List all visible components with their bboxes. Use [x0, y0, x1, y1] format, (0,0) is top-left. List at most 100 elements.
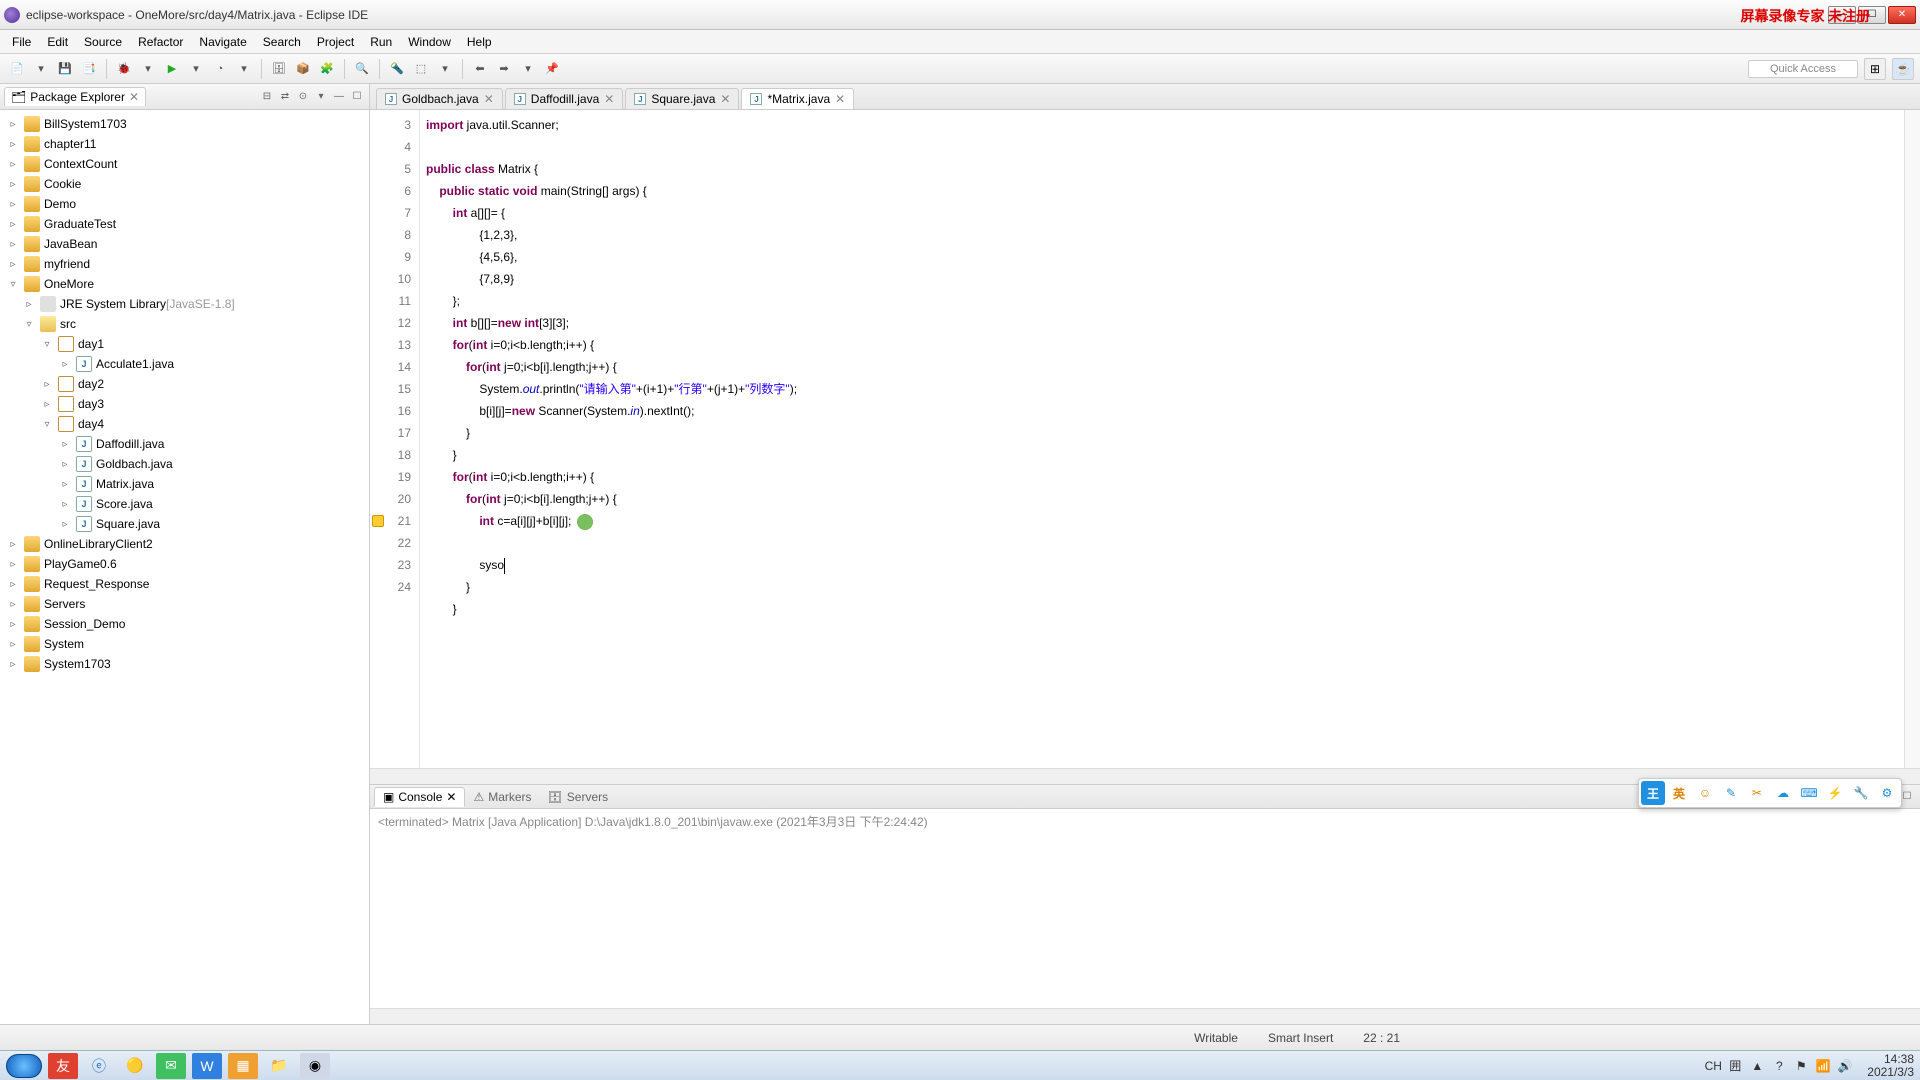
- ime-cloud-button[interactable]: ☁: [1771, 781, 1795, 805]
- expand-icon[interactable]: ▿: [22, 319, 36, 330]
- code-line[interactable]: int b[][]=new int[3][3];: [426, 312, 1904, 334]
- ime-keyboard-button[interactable]: ⌨: [1797, 781, 1821, 805]
- tray-up-icon[interactable]: ▲: [1749, 1058, 1765, 1074]
- tray-language[interactable]: CH: [1705, 1058, 1721, 1074]
- ime-tools-button[interactable]: 🔧: [1849, 781, 1873, 805]
- expand-icon[interactable]: ▹: [6, 259, 20, 270]
- tree-node[interactable]: ▹OnlineLibraryClient2: [0, 534, 369, 554]
- taskbar-ie[interactable]: ⓔ: [84, 1053, 114, 1079]
- new-button[interactable]: 📄: [6, 58, 28, 80]
- ime-settings-button[interactable]: ⚙: [1875, 781, 1899, 805]
- code-line[interactable]: import java.util.Scanner;: [426, 114, 1904, 136]
- expand-icon[interactable]: ▹: [40, 399, 54, 410]
- editor-tab[interactable]: Goldbach.java✕: [376, 88, 503, 109]
- menu-file[interactable]: File: [4, 30, 39, 54]
- taskbar-app-1[interactable]: 友: [48, 1053, 78, 1079]
- taskbar-excel[interactable]: ▦: [228, 1053, 258, 1079]
- code-line[interactable]: for(int i=0;i<b.length;i++) {: [426, 334, 1904, 356]
- close-icon[interactable]: ✕: [446, 790, 456, 804]
- tree-node[interactable]: ▹Request_Response: [0, 574, 369, 594]
- taskbar-explorer[interactable]: 📁: [264, 1053, 294, 1079]
- menu-navigate[interactable]: Navigate: [191, 30, 254, 54]
- tree-node[interactable]: ▹BillSystem1703: [0, 114, 369, 134]
- search-button[interactable]: 🔦: [386, 58, 408, 80]
- maximize-view-button[interactable]: ☐: [349, 89, 365, 105]
- coverage-button[interactable]: ◔: [209, 58, 231, 80]
- pin-button[interactable]: 📌: [541, 58, 563, 80]
- package-explorer-tab[interactable]: 🗂 Package Explorer ✕: [4, 87, 146, 106]
- nav-next-button[interactable]: ➡: [493, 58, 515, 80]
- tree-node[interactable]: ▹Score.java: [0, 494, 369, 514]
- expand-icon[interactable]: ▹: [58, 459, 72, 470]
- ime-lang-button[interactable]: 英: [1667, 781, 1691, 805]
- collapse-all-button[interactable]: ⊟: [259, 89, 275, 105]
- dropdown-icon[interactable]: ▾: [517, 58, 539, 80]
- menu-edit[interactable]: Edit: [39, 30, 76, 54]
- tree-node[interactable]: ▹Servers: [0, 594, 369, 614]
- tree-node[interactable]: ▹System: [0, 634, 369, 654]
- code-line[interactable]: int c=a[i][j]+b[i][j];: [426, 510, 1904, 532]
- toggle-button[interactable]: ⬚: [410, 58, 432, 80]
- close-icon[interactable]: ✕: [129, 90, 139, 104]
- code-editor[interactable]: 3456789101112131415161718192021222324 im…: [370, 110, 1920, 768]
- link-editor-button[interactable]: ⇄: [277, 89, 293, 105]
- console-hscrollbar[interactable]: [370, 1008, 1920, 1024]
- focus-button[interactable]: ⊙: [295, 89, 311, 105]
- menu-run[interactable]: Run: [362, 30, 400, 54]
- code-line[interactable]: {1,2,3},: [426, 224, 1904, 246]
- expand-icon[interactable]: ▹: [6, 159, 20, 170]
- tray-help-icon[interactable]: ?: [1771, 1058, 1787, 1074]
- code-line[interactable]: for(int j=0;i<b[i].length;j++) {: [426, 356, 1904, 378]
- menu-refactor[interactable]: Refactor: [130, 30, 191, 54]
- menu-source[interactable]: Source: [76, 30, 130, 54]
- tree-node[interactable]: ▹day2: [0, 374, 369, 394]
- code-line[interactable]: {4,5,6},: [426, 246, 1904, 268]
- close-icon[interactable]: ✕: [720, 92, 730, 106]
- code-line[interactable]: }: [426, 422, 1904, 444]
- tree-node[interactable]: ▿day4: [0, 414, 369, 434]
- dropdown-icon[interactable]: ▾: [233, 58, 255, 80]
- expand-icon[interactable]: ▹: [58, 499, 72, 510]
- expand-icon[interactable]: ▹: [6, 619, 20, 630]
- code-line[interactable]: System.out.println("请输入第"+(i+1)+"行第"+(j+…: [426, 378, 1904, 400]
- tray-ime-icon[interactable]: 囲: [1727, 1058, 1743, 1074]
- tray-clock[interactable]: 14:38 2021/3/3: [1867, 1053, 1914, 1079]
- tree-node[interactable]: ▹Goldbach.java: [0, 454, 369, 474]
- tree-node[interactable]: ▿OneMore: [0, 274, 369, 294]
- dropdown-icon[interactable]: ▾: [185, 58, 207, 80]
- nav-prev-button[interactable]: ⬅: [469, 58, 491, 80]
- expand-icon[interactable]: ▹: [6, 579, 20, 590]
- tree-node[interactable]: ▹GraduateTest: [0, 214, 369, 234]
- tray-flag-icon[interactable]: ⚑: [1793, 1058, 1809, 1074]
- taskbar-eclipse[interactable]: ◉: [300, 1053, 330, 1079]
- code-line[interactable]: {7,8,9}: [426, 268, 1904, 290]
- quick-access-input[interactable]: Quick Access: [1748, 60, 1858, 78]
- expand-icon[interactable]: ▹: [6, 239, 20, 250]
- code-line[interactable]: [426, 136, 1904, 158]
- code-line[interactable]: };: [426, 290, 1904, 312]
- tree-node[interactable]: ▹chapter11: [0, 134, 369, 154]
- new-class-button[interactable]: 🧩: [316, 58, 338, 80]
- ime-toolbar[interactable]: 王 英 ☺ ✎ ✂ ☁ ⌨ ⚡ 🔧 ⚙: [1638, 778, 1902, 808]
- expand-icon[interactable]: ▹: [6, 659, 20, 670]
- tray-volume-icon[interactable]: 🔊: [1837, 1058, 1853, 1074]
- expand-icon[interactable]: ▹: [6, 559, 20, 570]
- editor-tab[interactable]: Daffodill.java✕: [505, 88, 624, 109]
- code-line[interactable]: syso: [426, 554, 1904, 576]
- warning-icon[interactable]: [372, 515, 384, 527]
- expand-icon[interactable]: ▹: [6, 599, 20, 610]
- console-output[interactable]: <terminated> Matrix [Java Application] D…: [370, 809, 1920, 1008]
- tree-node[interactable]: ▹JRE System Library [JavaSE-1.8]: [0, 294, 369, 314]
- new-package-button[interactable]: 📦: [292, 58, 314, 80]
- debug-button[interactable]: 🐞: [113, 58, 135, 80]
- tree-node[interactable]: ▹Matrix.java: [0, 474, 369, 494]
- tree-node[interactable]: ▹Daffodill.java: [0, 434, 369, 454]
- tree-node[interactable]: ▹Session_Demo: [0, 614, 369, 634]
- close-icon[interactable]: ✕: [484, 92, 494, 106]
- code-line[interactable]: public static void main(String[] args) {: [426, 180, 1904, 202]
- menu-search[interactable]: Search: [255, 30, 309, 54]
- tree-node[interactable]: ▿day1: [0, 334, 369, 354]
- taskbar-wechat[interactable]: ✉: [156, 1053, 186, 1079]
- code-line[interactable]: }: [426, 444, 1904, 466]
- tree-node[interactable]: ▹Demo: [0, 194, 369, 214]
